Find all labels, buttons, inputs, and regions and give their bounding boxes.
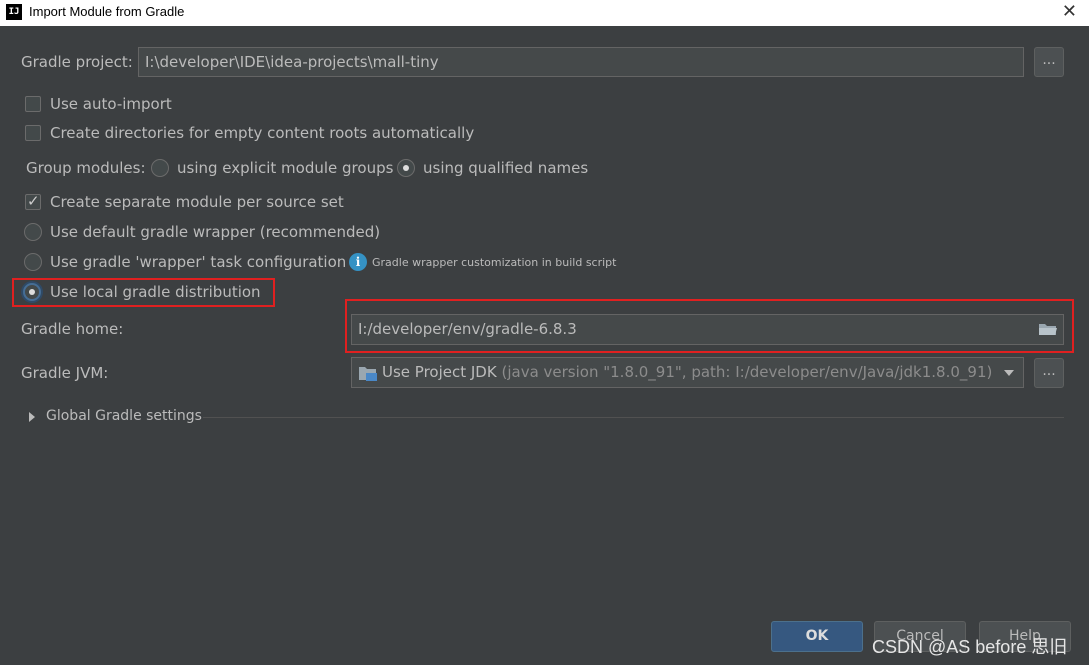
jdk-folder-icon <box>359 367 377 381</box>
wrapper-task-label: Use gradle 'wrapper' task configuration <box>50 253 347 271</box>
gradle-jvm-label: Gradle JVM: <box>21 364 109 382</box>
separate-module-checkbox[interactable] <box>25 192 41 210</box>
chevron-down-icon[interactable] <box>1003 369 1015 377</box>
create-dirs-checkbox[interactable] <box>25 125 41 141</box>
folder-icon[interactable] <box>1038 321 1058 337</box>
gradle-jvm-detail: (java version "1.8.0_91", path: I:/devel… <box>501 363 993 381</box>
local-distribution-radio[interactable] <box>23 283 41 301</box>
global-settings-label[interactable]: Global Gradle settings <box>46 408 202 424</box>
gradle-home-label: Gradle home: <box>21 320 124 338</box>
watermark: CSDN @AS before 思旧 <box>872 637 1068 657</box>
ok-button[interactable]: OK <box>771 621 863 652</box>
title-bar: IJ Import Module from Gradle ✕ <box>0 0 1089 26</box>
global-settings-separator <box>203 417 1064 418</box>
separate-module-label: Create separate module per source set <box>50 193 344 211</box>
default-wrapper-radio[interactable] <box>24 223 42 241</box>
group-qualified-label: using qualified names <box>423 159 589 177</box>
wrapper-hint: Gradle wrapper customization in build sc… <box>372 256 617 269</box>
default-wrapper-label: Use default gradle wrapper (recommended) <box>50 223 381 241</box>
window-title: Import Module from Gradle <box>29 4 185 19</box>
auto-import-label: Use auto-import <box>50 95 172 113</box>
auto-import-checkbox[interactable] <box>25 96 41 112</box>
wrapper-task-radio[interactable] <box>24 253 42 271</box>
gradle-home-input[interactable]: I:/developer/env/gradle-6.8.3 <box>351 314 1064 345</box>
group-explicit-label: using explicit module groups <box>177 159 394 177</box>
gradle-project-label: Gradle project: <box>21 53 133 71</box>
gradle-jvm-browse-button[interactable]: ... <box>1034 358 1064 388</box>
intellij-icon: IJ <box>6 4 22 20</box>
close-icon[interactable]: ✕ <box>1062 1 1077 22</box>
gradle-project-browse-button[interactable]: ... <box>1034 47 1064 77</box>
gradle-jvm-value: Use Project JDK <box>382 363 497 381</box>
info-icon: i <box>349 253 367 271</box>
chevron-right-icon[interactable] <box>28 411 36 423</box>
gradle-project-input[interactable]: I:\developer\IDE\idea-projects\mall-tiny <box>138 47 1024 77</box>
create-dirs-label: Create directories for empty content roo… <box>50 124 475 142</box>
local-distribution-label: Use local gradle distribution <box>50 283 261 301</box>
group-explicit-radio[interactable] <box>151 159 169 177</box>
gradle-jvm-select[interactable]: Use Project JDK (java version "1.8.0_91"… <box>351 357 1024 388</box>
group-modules-label: Group modules: <box>26 159 146 177</box>
group-qualified-radio[interactable] <box>397 159 415 177</box>
